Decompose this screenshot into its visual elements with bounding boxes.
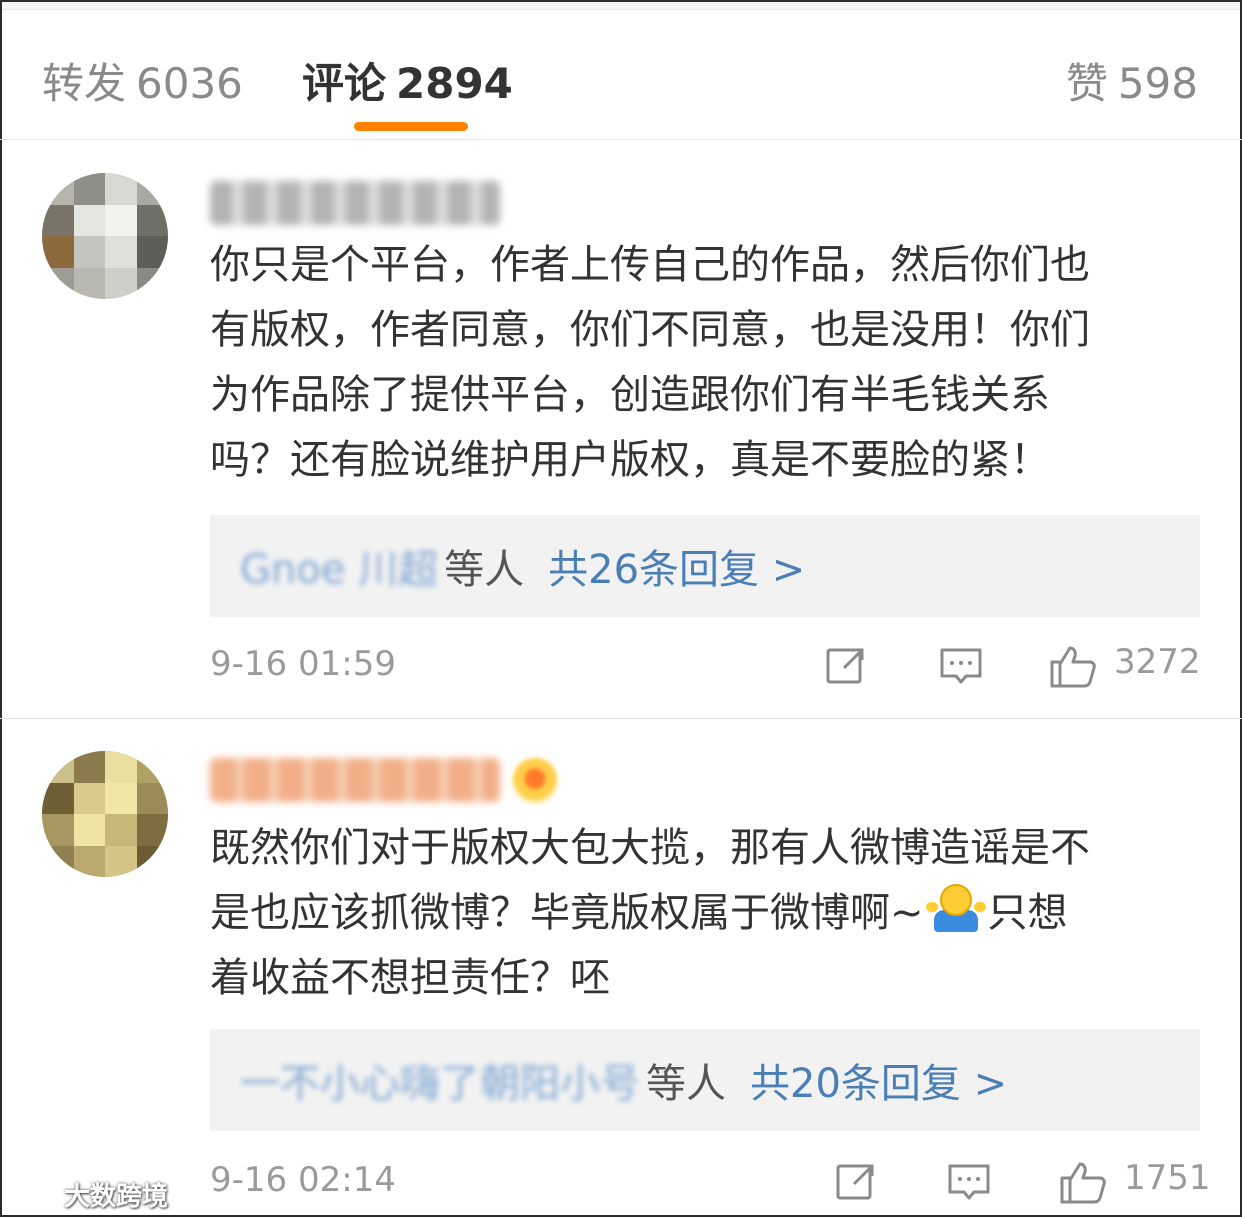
avatar[interactable]	[42, 751, 168, 877]
tab-comment[interactable]: 评论 2894	[302, 50, 513, 111]
tab-like[interactable]: 赞 598	[1066, 50, 1198, 111]
comment-time: 9-16 02:14	[210, 1160, 396, 1200]
thumbs-up-icon[interactable]	[1058, 1160, 1108, 1204]
comment-meta: 9-16 02:14 1751	[0, 1152, 1242, 1212]
tab-comment-label: 评论	[302, 59, 387, 108]
comment-time: 9-16 01:59	[210, 644, 396, 684]
comment-text-line: 既然你们对于版权大包大揽，那有人微博造谣是不	[210, 825, 1090, 871]
comment-text-segment: 只想	[987, 890, 1068, 936]
comment-text-segment: 是也应该抓微博？毕竟版权属于微博啊~	[210, 890, 924, 936]
reply-usernames-blurred: 一不小心嗨了朝阳小号	[240, 1061, 640, 1107]
username-blurred[interactable]	[210, 758, 500, 802]
comment-item: 你只是个平台，作者上传自己的作品，然后你们也 有版权，作者同意，你们不同意，也是…	[0, 141, 1242, 719]
tab-repost-label: 转发	[42, 59, 127, 108]
like-count: 3272	[1114, 642, 1201, 682]
watermark-text: 大数跨境	[64, 1181, 169, 1212]
comment-text-line: 为作品除了提供平台，创造跟你们有半毛钱关系	[210, 372, 1050, 418]
comment-icon[interactable]	[944, 1160, 994, 1204]
replies-suffix: 等人	[646, 1061, 726, 1107]
active-tab-indicator	[354, 122, 468, 131]
top-divider	[2, 2, 1240, 10]
comment-item: 既然你们对于版权大包大揽，那有人微博造谣是不 是也应该抓微博？毕竟版权属于微博啊…	[0, 720, 1242, 1217]
avatar[interactable]	[42, 173, 168, 299]
tab-repost-count: 6036	[136, 59, 243, 108]
replies-preview[interactable]: 一不小心嗨了朝阳小号 等人 共20条回复 >	[210, 1029, 1200, 1131]
tab-like-label: 赞	[1065, 59, 1108, 108]
comment-text-line: 你只是个平台，作者上传自己的作品，然后你们也	[210, 242, 1090, 288]
comment-meta: 9-16 01:59 3272	[0, 636, 1242, 696]
thumbs-up-icon[interactable]	[1048, 644, 1098, 688]
tab-comment-count: 2894	[396, 59, 513, 108]
reply-usernames-blurred: Gnoe 川超	[240, 547, 439, 593]
tab-like-count: 598	[1117, 59, 1198, 108]
user-badge-icon	[512, 758, 558, 804]
replies-suffix: 等人	[444, 547, 525, 593]
comment-icon[interactable]	[936, 644, 986, 688]
comment-text-line: 着收益不想担责任？呸	[210, 955, 610, 1001]
replies-preview[interactable]: Gnoe 川超 等人 共26条回复 >	[210, 515, 1200, 617]
comment-text: 既然你们对于版权大包大揽，那有人微博造谣是不 是也应该抓微博？毕竟版权属于微博啊…	[210, 816, 1210, 1011]
like-count: 1751	[1124, 1158, 1211, 1198]
comment-text-line: 有版权，作者同意，你们不同意，也是没用！你们	[210, 307, 1090, 353]
replies-count-link[interactable]: 共26条回复 >	[548, 537, 805, 595]
tab-bar: 转发 6036 评论 2894 赞 598	[0, 10, 1242, 140]
watermark: 大数跨境	[8, 1174, 168, 1214]
comment-text-line: 是也应该抓微博？毕竟版权属于微博啊~ 只想	[210, 881, 1210, 946]
username-blurred[interactable]	[210, 181, 500, 225]
weibo-logo-icon	[9, 1183, 56, 1209]
share-icon[interactable]	[832, 1160, 882, 1204]
share-icon[interactable]	[822, 644, 872, 688]
replies-count-link[interactable]: 共20条回复 >	[750, 1051, 1007, 1109]
shrug-emoji-icon	[925, 884, 986, 934]
comment-text-line: 吗？还有脸说维护用户版权，真是不要脸的紧！	[210, 437, 1050, 483]
tab-repost[interactable]: 转发 6036	[42, 50, 243, 111]
comment-text: 你只是个平台，作者上传自己的作品，然后你们也 有版权，作者同意，你们不同意，也是…	[210, 233, 1210, 493]
